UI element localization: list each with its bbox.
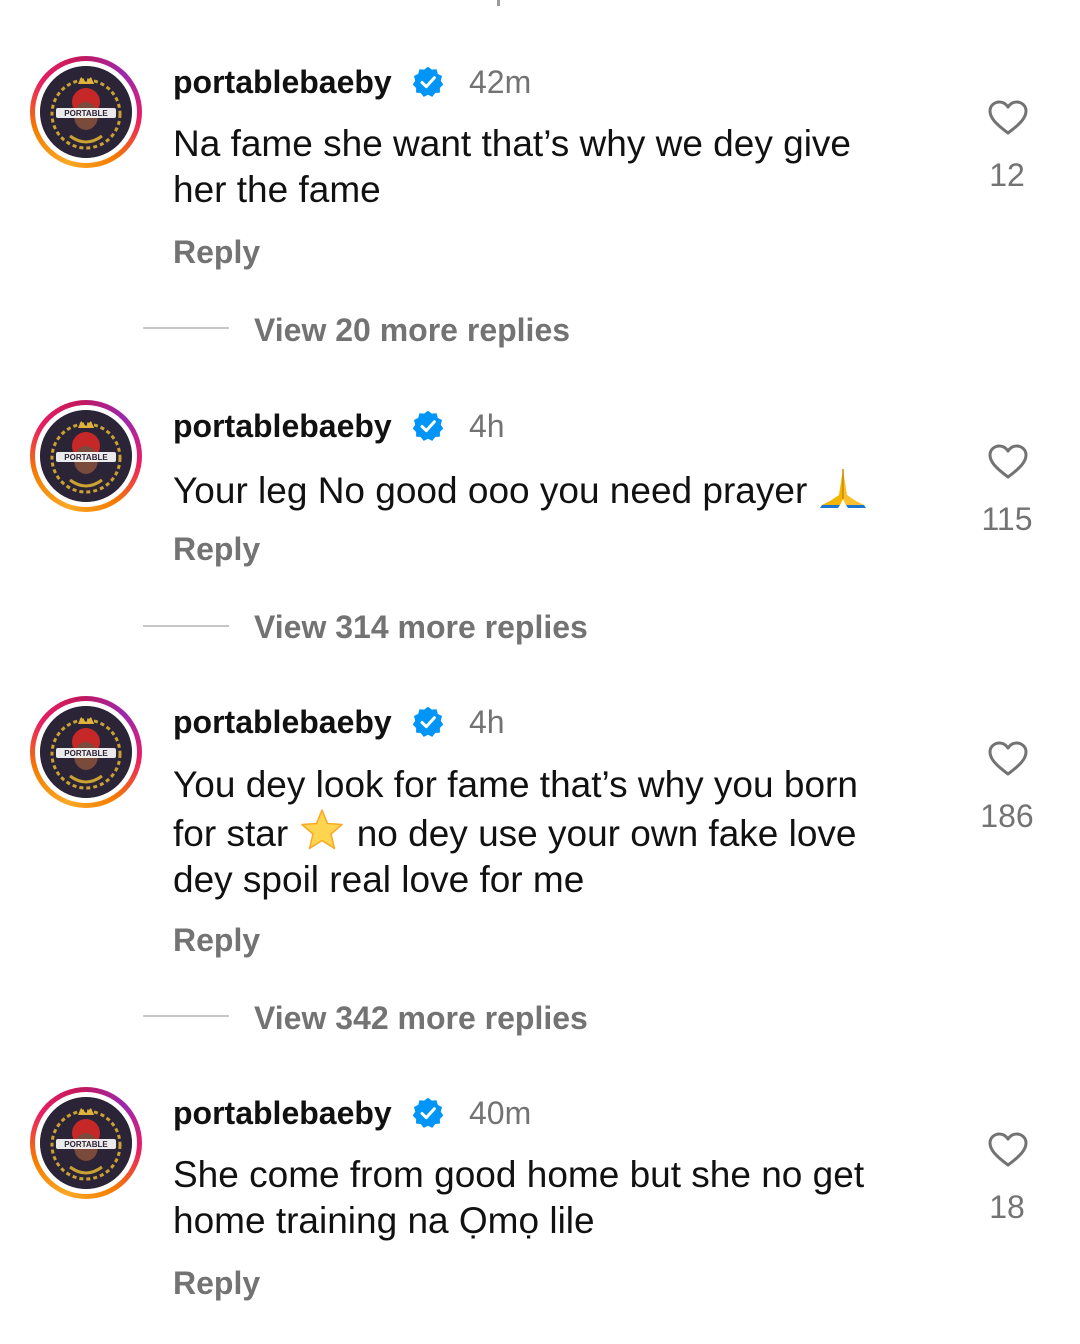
folded-hands-icon <box>819 469 866 508</box>
comment-text: Your leg No good ooo you need prayer <box>173 465 973 514</box>
svg-text:PORTABLE: PORTABLE <box>64 749 108 758</box>
heart-icon <box>988 741 1028 776</box>
comment-timestamp: 42m <box>469 64 532 100</box>
reply-button[interactable]: Reply <box>173 529 260 569</box>
like-count: 115 <box>981 501 1033 537</box>
comment-username[interactable]: portablebaeby <box>173 406 392 446</box>
like-button[interactable] <box>980 1132 1036 1168</box>
comment-text-line: home training na Ọmọ lile <box>173 1200 595 1241</box>
comment-text-line: for star no dey use your own fake love <box>173 808 933 857</box>
comment-text-segment: no dey use your own fake love <box>356 813 857 854</box>
svg-text:PORTABLE: PORTABLE <box>64 109 108 118</box>
avatar-image: PORTABLE <box>40 1097 132 1189</box>
comment-text-segment: for star <box>173 813 289 854</box>
like-count: 18 <box>989 1189 1025 1225</box>
avatar-image: PORTABLE <box>40 706 132 798</box>
like-count: 12 <box>989 157 1025 193</box>
comment-timestamp: 4h <box>469 704 505 740</box>
comment-text: She come from good home but she no get h… <box>173 1152 933 1244</box>
scroll-indicator <box>497 0 500 6</box>
like-button[interactable] <box>980 100 1036 136</box>
view-more-replies-button[interactable]: View 342 more replies <box>254 998 588 1038</box>
avatar-image: PORTABLE <box>40 66 132 158</box>
heart-icon <box>988 1132 1028 1167</box>
verified-badge-icon <box>412 1097 444 1128</box>
reply-button[interactable]: Reply <box>173 232 260 272</box>
reply-button[interactable]: Reply <box>173 920 260 960</box>
comment-text: You dey look for fame that’s why you bor… <box>173 762 933 903</box>
like-count: 186 <box>980 798 1034 834</box>
view-more-replies-button[interactable]: View 20 more replies <box>254 310 570 350</box>
avatar[interactable]: PORTABLE <box>30 696 142 808</box>
like-button[interactable] <box>980 444 1036 480</box>
comment-timestamp: 4h <box>469 408 505 444</box>
heart-icon <box>988 100 1028 135</box>
comment-timestamp: 40m <box>469 1095 532 1131</box>
comment-username[interactable]: portablebaeby <box>173 702 392 742</box>
comment-text-line: She come from good home but she no get <box>173 1154 865 1195</box>
verified-badge-icon <box>412 410 444 441</box>
avatar[interactable]: PORTABLE <box>30 56 142 168</box>
divider-line <box>143 1015 229 1017</box>
avatar-image: PORTABLE <box>40 410 132 502</box>
divider-line <box>143 625 229 627</box>
avatar[interactable]: PORTABLE <box>30 400 142 512</box>
comment-text-line: Your leg No good ooo you need prayer <box>173 470 808 511</box>
comment-text-line: her the fame <box>173 169 381 210</box>
star-icon <box>301 809 344 850</box>
avatar[interactable]: PORTABLE <box>30 1087 142 1199</box>
heart-icon <box>988 444 1028 479</box>
comment-username[interactable]: portablebaeby <box>173 62 392 102</box>
view-more-replies-button[interactable]: View 314 more replies <box>254 607 588 647</box>
comment-username[interactable]: portablebaeby <box>173 1093 392 1133</box>
comment-text-line: Na fame she want that’s why we dey give <box>173 123 851 164</box>
comment-text: Na fame she want that’s why we dey give … <box>173 121 933 213</box>
verified-badge-icon <box>412 66 444 97</box>
like-button[interactable] <box>980 741 1036 777</box>
svg-text:PORTABLE: PORTABLE <box>64 453 108 462</box>
verified-badge-icon <box>412 706 444 737</box>
comment-text-line: dey spoil real love for me <box>173 859 585 900</box>
comment-text-line: You dey look for fame that’s why you bor… <box>173 764 858 805</box>
divider-line <box>143 327 229 329</box>
svg-text:PORTABLE: PORTABLE <box>64 1140 108 1149</box>
reply-button[interactable]: Reply <box>173 1263 260 1303</box>
